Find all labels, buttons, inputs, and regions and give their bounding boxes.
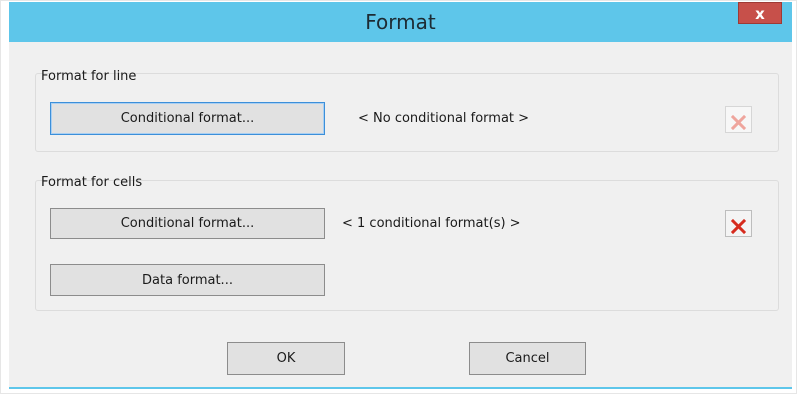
x-icon — [731, 218, 746, 234]
line-conditional-format-button[interactable]: Conditional format... — [50, 102, 325, 135]
line-remove-format-button[interactable] — [725, 106, 752, 133]
window-bottom-border — [9, 387, 792, 389]
cells-conditional-format-button[interactable]: Conditional format... — [50, 208, 325, 239]
ok-button[interactable]: OK — [227, 342, 345, 375]
cancel-button[interactable]: Cancel — [469, 342, 586, 375]
format-for-cells-label: Format for cells — [41, 175, 143, 190]
data-format-button[interactable]: Data format... — [50, 264, 325, 296]
x-icon — [731, 114, 746, 130]
dialog-title: Format — [365, 10, 436, 34]
title-bar[interactable]: Format x — [9, 2, 792, 42]
format-for-line-label: Format for line — [41, 69, 137, 84]
line-conditional-format-status: < No conditional format > — [358, 111, 530, 126]
close-button[interactable]: x — [738, 2, 782, 24]
cells-remove-format-button[interactable] — [725, 210, 752, 237]
cells-conditional-format-status: < 1 conditional format(s) > — [342, 216, 521, 231]
format-dialog: Format x Format for line Conditional for… — [0, 0, 797, 394]
dialog-body: Format for line Conditional format... < … — [9, 42, 792, 387]
